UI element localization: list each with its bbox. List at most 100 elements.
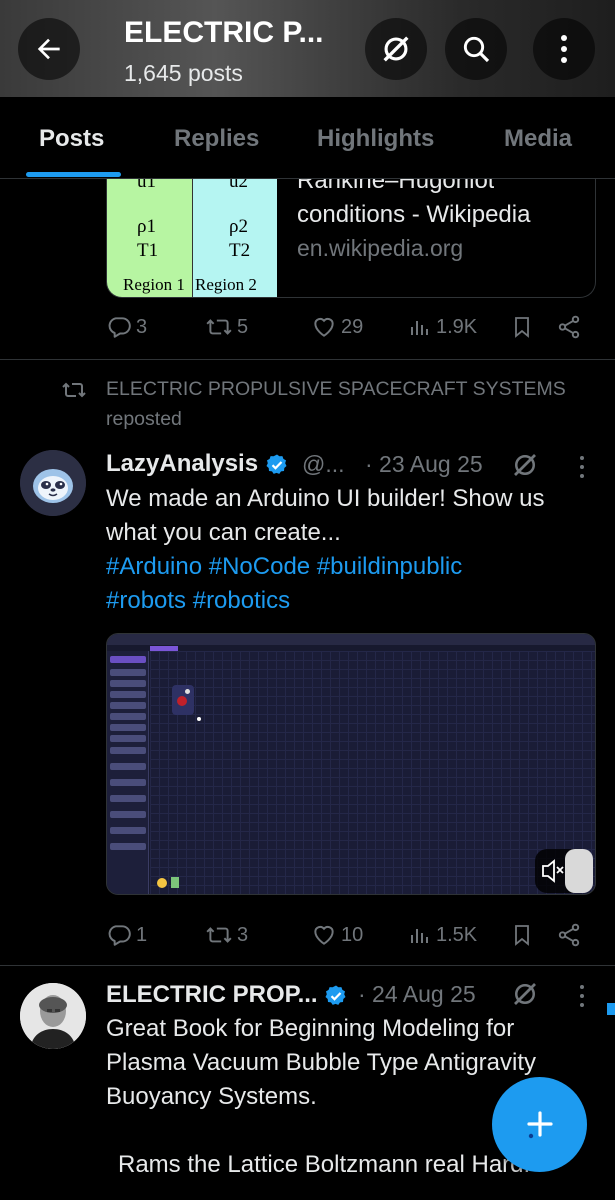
sloth-avatar-icon xyxy=(20,450,86,516)
avatar[interactable] xyxy=(20,983,86,1049)
reply-count: 1 xyxy=(136,923,148,946)
profile-tabs: Posts Replies Highlights Media xyxy=(0,97,615,179)
profile-header: ELECTRIC P... 1,645 posts xyxy=(0,0,615,97)
rho2-label: ρ2 xyxy=(229,216,248,237)
avatar[interactable] xyxy=(20,450,86,516)
rho1-label: ρ1 xyxy=(137,216,156,237)
repost-count: 5 xyxy=(237,315,249,338)
repost-button[interactable]: 3 xyxy=(205,922,248,948)
repost-count: 3 xyxy=(237,923,249,946)
like-count: 10 xyxy=(341,923,364,946)
post-text-line: Buoyancy Systems. xyxy=(106,1083,317,1110)
author-name[interactable]: ELECTRIC PROP... xyxy=(106,981,348,1009)
post-text-line: Rams the Lattice Boltzmann real Hard. xyxy=(118,1151,531,1178)
video-preview[interactable] xyxy=(106,633,596,895)
grok-icon xyxy=(514,454,536,476)
t1-label: T1 xyxy=(137,240,159,261)
region-1-panel: u1 ρ1 T1 Region 1 xyxy=(107,179,193,297)
region-1-label: Region 1 xyxy=(123,275,185,294)
like-button[interactable]: 10 xyxy=(311,922,363,948)
video-app-sidebar xyxy=(107,651,149,894)
scroll-indicator xyxy=(607,1003,615,1015)
views-button[interactable]: 1.9K xyxy=(408,314,477,340)
reposted-by-name[interactable]: ELECTRIC PROPULSIVE SPACECRAFT SYSTEMS xyxy=(106,378,566,401)
profile-name-title: ELECTRIC P... xyxy=(124,16,324,49)
views-button[interactable]: 1.5K xyxy=(408,922,477,948)
tab-posts[interactable]: Posts xyxy=(39,125,104,153)
post-divider xyxy=(0,965,615,966)
video-app-emoji xyxy=(157,878,167,888)
link-title-line2: conditions - Wikipedia xyxy=(297,201,531,228)
author-name-text: LazyAnalysis xyxy=(106,450,259,477)
reply-count: 3 xyxy=(136,315,148,338)
post2-action-bar: 1 3 10 1.5K xyxy=(106,922,586,962)
post-more-button[interactable] xyxy=(578,455,586,484)
bookmark-button[interactable] xyxy=(510,922,534,948)
grok-icon xyxy=(383,36,409,62)
t2-label: T2 xyxy=(229,240,251,261)
views-icon xyxy=(411,321,428,335)
region-2-label: Region 2 xyxy=(195,275,257,294)
author-name[interactable]: LazyAnalysis xyxy=(106,450,289,478)
bookmark-icon xyxy=(515,317,529,338)
reposted-indicator xyxy=(60,378,88,407)
more-vertical-icon xyxy=(580,985,584,1007)
u2-label: u2 xyxy=(229,179,248,192)
reply-icon xyxy=(108,925,131,946)
back-button[interactable] xyxy=(18,18,80,80)
region-2-panel: u2 ρ2 T2 Region 2 xyxy=(193,179,277,297)
tab-media[interactable]: Media xyxy=(504,125,572,153)
post-text-line: what you can create... xyxy=(106,519,341,546)
like-button[interactable]: 29 xyxy=(311,314,363,340)
video-app-flag xyxy=(171,877,179,888)
bookmark-icon xyxy=(515,925,529,946)
post-count: 1,645 posts xyxy=(124,60,243,86)
active-tab-indicator xyxy=(26,172,121,177)
share-icon xyxy=(558,315,580,339)
reply-button[interactable]: 1 xyxy=(106,922,147,948)
share-button[interactable] xyxy=(556,922,582,948)
grok-button[interactable] xyxy=(510,979,540,1014)
tab-highlights[interactable]: Highlights xyxy=(317,125,434,153)
views-icon xyxy=(411,929,428,943)
verified-badge-icon xyxy=(266,454,287,474)
post-divider xyxy=(0,359,615,360)
post1-action-bar: 3 5 29 1.9K xyxy=(106,314,586,354)
post-text-line: We made an Arduino UI builder! Show us xyxy=(106,485,545,512)
share-icon xyxy=(558,923,580,947)
grok-button[interactable] xyxy=(365,18,427,80)
mute-button[interactable] xyxy=(535,849,593,893)
verified-badge-icon xyxy=(325,985,346,1005)
more-vertical-icon xyxy=(561,35,567,63)
profile-photo-icon xyxy=(20,983,86,1049)
link-domain: en.wikipedia.org xyxy=(297,235,464,261)
author-handle: @... xyxy=(302,451,345,477)
repost-button[interactable]: 5 xyxy=(205,314,248,340)
search-button[interactable] xyxy=(445,18,507,80)
share-button[interactable] xyxy=(556,314,582,340)
bookmark-button[interactable] xyxy=(510,314,534,340)
author-name-text: ELECTRIC PROP... xyxy=(106,981,318,1008)
u1-label: u1 xyxy=(137,179,156,192)
like-count: 29 xyxy=(341,315,364,338)
reposted-label: reposted xyxy=(106,408,182,430)
hashtags-line[interactable]: #Arduino #NoCode #buildinpublic xyxy=(106,550,462,584)
post-text-line: Plasma Vacuum Bubble Type Antigravity xyxy=(106,1049,537,1076)
heart-icon xyxy=(314,317,334,337)
hashtags-line[interactable]: #robots #robotics xyxy=(106,584,290,618)
tab-replies[interactable]: Replies xyxy=(174,125,259,153)
more-options-button[interactable] xyxy=(533,18,595,80)
search-icon xyxy=(463,36,490,63)
more-vertical-icon xyxy=(580,456,584,478)
link-preview-card[interactable]: u1 ρ1 T1 Region 1 u2 ρ2 T2 Region 2 Rank… xyxy=(106,179,596,298)
repost-icon xyxy=(206,319,232,335)
grok-button[interactable] xyxy=(510,450,540,485)
video-app-canvas xyxy=(150,651,595,894)
grok-icon xyxy=(514,983,536,1005)
view-count: 1.9K xyxy=(436,315,478,338)
post-more-button[interactable] xyxy=(578,984,586,1013)
post-text-line: Great Book for Beginning Modeling for xyxy=(106,1015,515,1042)
reply-button[interactable]: 3 xyxy=(106,314,147,340)
video-app-menubar xyxy=(107,634,595,645)
compose-post-button[interactable] xyxy=(492,1077,587,1172)
